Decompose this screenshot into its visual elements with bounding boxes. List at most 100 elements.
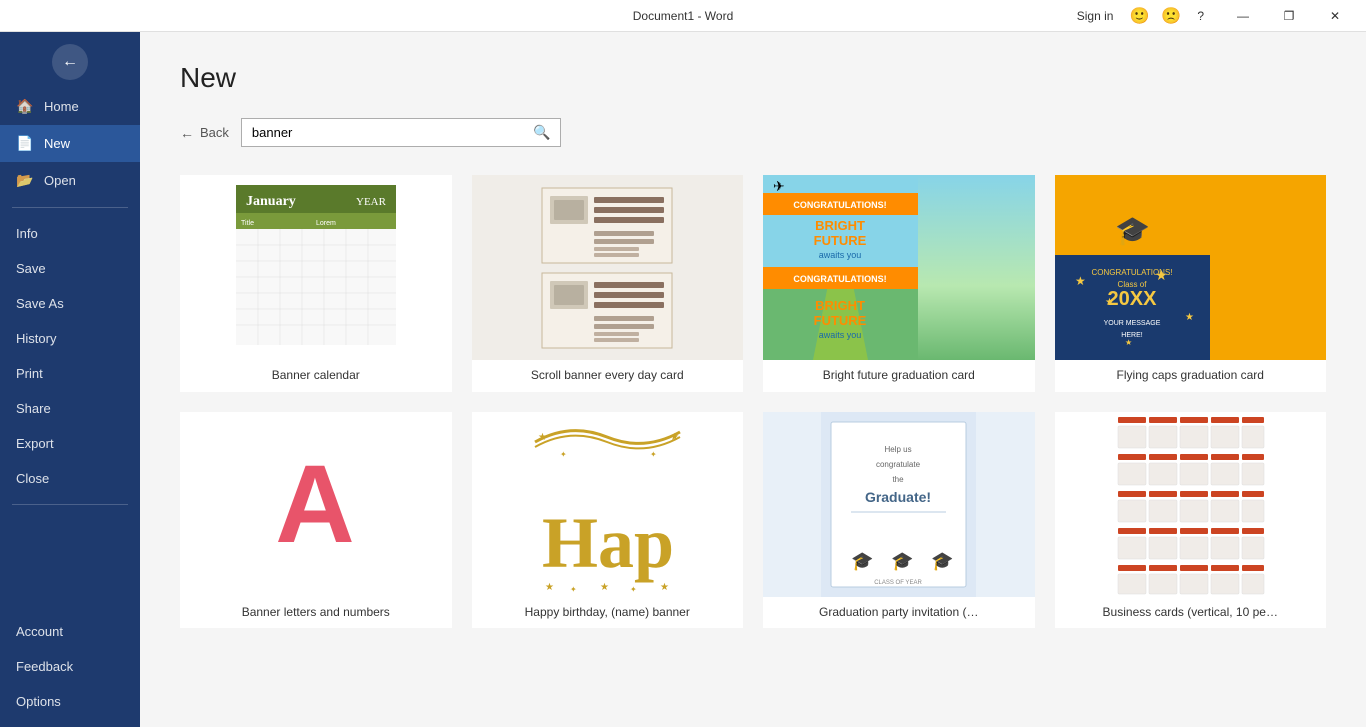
- template-grid: January YEAR Title Lorem: [180, 175, 1326, 628]
- sidebar-export-label: Export: [16, 436, 54, 451]
- svg-text:congratulate: congratulate: [876, 460, 921, 469]
- minimize-button[interactable]: —: [1220, 0, 1266, 32]
- sidebar-divider-bottom: [12, 504, 128, 505]
- svg-text:A: A: [276, 443, 355, 566]
- close-button[interactable]: ✕: [1312, 0, 1358, 32]
- svg-text:CLASS OF YEAR: CLASS OF YEAR: [874, 580, 922, 586]
- signin-button[interactable]: Sign in: [1073, 7, 1118, 25]
- svg-text:★: ★: [670, 432, 679, 443]
- back-link[interactable]: ← Back: [180, 125, 229, 141]
- search-input[interactable]: [242, 119, 524, 146]
- template-name-bright-future: Bright future graduation card: [763, 360, 1035, 392]
- template-name-biz-cards: Business cards (vertical, 10 pe…: [1055, 597, 1327, 629]
- titlebar-title: Document1 - Word: [633, 9, 733, 23]
- sidebar-item-export[interactable]: Export: [0, 426, 140, 461]
- svg-text:🎓: 🎓: [851, 551, 873, 571]
- sidebar-item-info[interactable]: Info: [0, 216, 140, 251]
- back-link-label: Back: [200, 125, 229, 140]
- new-doc-icon: 📄: [16, 135, 34, 152]
- svg-text:★: ★: [1125, 338, 1132, 347]
- sidebar-close-label: Close: [16, 471, 49, 486]
- svg-text:awaits you: awaits you: [819, 330, 862, 340]
- template-card-flying-caps[interactable]: ★ ★ ★ ★ ★ 🎓 CONGRATULATIONS! Class of 20…: [1055, 175, 1327, 392]
- sidebar-divider-top: [12, 207, 128, 208]
- svg-text:★: ★: [1075, 274, 1086, 288]
- svg-text:✦: ✦: [560, 450, 567, 459]
- back-arrow-icon: ←: [62, 53, 78, 71]
- template-card-scroll-banner[interactable]: Scroll banner every day card: [472, 175, 744, 392]
- sidebar-item-share[interactable]: Share: [0, 391, 140, 426]
- template-name-banner-calendar: Banner calendar: [180, 360, 452, 392]
- template-name-scroll-banner: Scroll banner every day card: [472, 360, 744, 392]
- sidebar-home-label: Home: [44, 99, 79, 114]
- sidebar-item-history[interactable]: History: [0, 321, 140, 356]
- svg-text:★: ★: [538, 432, 547, 443]
- search-box: 🔍: [241, 118, 561, 147]
- svg-text:✦: ✦: [570, 585, 577, 594]
- sidebar-nav: 🏠 Home 📄 New 📂 Open Info Save Save As: [0, 88, 140, 614]
- svg-text:20XX: 20XX: [1107, 288, 1157, 310]
- sidebar-account-label: Account: [16, 624, 63, 639]
- svg-text:FUTURE: FUTURE: [814, 233, 867, 248]
- template-card-happy-birthday[interactable]: ★ ★ ✦ ✦ Hap ★ ✦ ★ ✦ ★: [472, 412, 744, 629]
- svg-text:awaits you: awaits you: [819, 250, 862, 260]
- sidebar-new-label: New: [44, 136, 70, 151]
- svg-text:CONGRATULATIONS!: CONGRATULATIONS!: [793, 274, 886, 284]
- search-button[interactable]: 🔍: [524, 119, 560, 146]
- sidebar-item-save[interactable]: Save: [0, 251, 140, 286]
- sidebar-item-feedback[interactable]: Feedback: [0, 649, 140, 684]
- template-thumb-biz-cards: [1055, 412, 1327, 597]
- sidebar-item-new[interactable]: 📄 New: [0, 125, 140, 162]
- svg-text:HERE!: HERE!: [1121, 332, 1142, 339]
- back-link-arrow-icon: ←: [180, 125, 194, 141]
- app-body: ← 🏠 Home 📄 New 📂 Open Info Save: [0, 32, 1366, 727]
- svg-text:🎓: 🎓: [891, 551, 913, 571]
- sidebar-item-close[interactable]: Close: [0, 461, 140, 496]
- home-icon: 🏠: [16, 98, 34, 115]
- svg-text:CONGRATULATIONS!: CONGRATULATIONS!: [793, 200, 886, 210]
- svg-text:🎓: 🎓: [1115, 215, 1150, 247]
- help-button[interactable]: ?: [1193, 7, 1208, 25]
- svg-text:Help us: Help us: [885, 445, 912, 454]
- sidebar-item-print[interactable]: Print: [0, 356, 140, 391]
- sidebar-item-options[interactable]: Options: [0, 684, 140, 719]
- sidebar-open-label: Open: [44, 173, 76, 188]
- frown-icon: 🙁: [1161, 6, 1181, 26]
- sidebar-bottom: Account Feedback Options: [0, 614, 140, 727]
- smiley-icon: 🙂: [1129, 6, 1149, 26]
- sidebar-item-account[interactable]: Account: [0, 614, 140, 649]
- sidebar-item-home[interactable]: 🏠 Home: [0, 88, 140, 125]
- template-card-biz-cards[interactable]: Business cards (vertical, 10 pe…: [1055, 412, 1327, 629]
- sidebar-print-label: Print: [16, 366, 43, 381]
- search-row: ← Back 🔍: [180, 118, 1326, 147]
- svg-text:🎓: 🎓: [931, 551, 953, 571]
- svg-text:Graduate!: Graduate!: [865, 489, 931, 505]
- sidebar-back-button[interactable]: ←: [52, 44, 88, 80]
- template-card-grad-party[interactable]: Help us congratulate the Graduate! 🎓 🎓 🎓: [763, 412, 1035, 629]
- template-card-banner-letters[interactable]: A Banner letters and numbers: [180, 412, 452, 629]
- svg-text:★: ★: [545, 582, 554, 593]
- template-thumb-bright-future: CONGRATULATIONS! CONGRATULATIONS! ✈ BRIG…: [763, 175, 1035, 360]
- restore-button[interactable]: ❐: [1266, 0, 1312, 32]
- sidebar-feedback-label: Feedback: [16, 659, 73, 674]
- template-card-banner-calendar[interactable]: January YEAR Title Lorem: [180, 175, 452, 392]
- template-card-bright-future[interactable]: CONGRATULATIONS! CONGRATULATIONS! ✈ BRIG…: [763, 175, 1035, 392]
- content-area: New ← Back 🔍: [140, 32, 1366, 727]
- svg-text:CONGRATULATIONS!: CONGRATULATIONS!: [1091, 268, 1172, 277]
- svg-text:★: ★: [1185, 312, 1194, 323]
- sidebar-history-label: History: [16, 331, 56, 346]
- svg-text:★: ★: [600, 582, 609, 593]
- svg-text:BRIGHT: BRIGHT: [815, 218, 865, 233]
- svg-text:YOUR MESSAGE: YOUR MESSAGE: [1103, 320, 1160, 327]
- template-name-flying-caps: Flying caps graduation card: [1055, 360, 1327, 392]
- template-name-banner-letters: Banner letters and numbers: [180, 597, 452, 629]
- svg-text:Hap: Hap: [542, 503, 674, 583]
- svg-text:✦: ✦: [650, 450, 657, 459]
- titlebar: Document1 - Word Sign in 🙂 🙁 ? — ❐ ✕: [0, 0, 1366, 32]
- svg-text:January: January: [246, 194, 296, 209]
- template-thumb-happy-birthday: ★ ★ ✦ ✦ Hap ★ ✦ ★ ✦ ★: [472, 412, 744, 597]
- sidebar-item-saveas[interactable]: Save As: [0, 286, 140, 321]
- sidebar-info-label: Info: [16, 226, 38, 241]
- sidebar-item-open[interactable]: 📂 Open: [0, 162, 140, 199]
- template-name-happy-birthday: Happy birthday, (name) banner: [472, 597, 744, 629]
